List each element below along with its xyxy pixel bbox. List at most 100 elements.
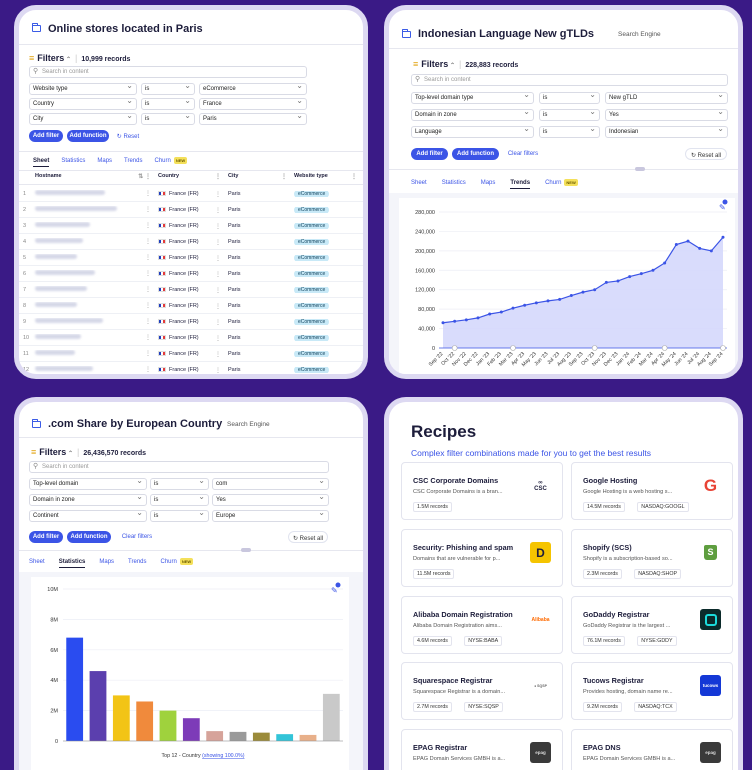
hostname-cell[interactable]: ⋮ [31, 206, 154, 213]
table-row[interactable]: 2 ⋮ France (FR) ⋮ Paris eCommerce [19, 202, 363, 218]
table-row[interactable]: 9 ⋮ France (FR) ⋮ Paris eCommerce [19, 314, 363, 330]
tab-trends[interactable]: Trends [124, 158, 142, 167]
recipe-card[interactable]: Shopify (SCS) Shopify is a subscription-b… [571, 529, 733, 587]
caption-link[interactable]: (showing 100.0%) [202, 753, 245, 759]
tab-sheet[interactable]: Sheet [411, 180, 427, 189]
tab-churn[interactable]: Churn NEW [161, 558, 194, 568]
filter-op-1[interactable]: is [141, 83, 195, 95]
hostname-cell[interactable]: ⋮ [31, 302, 154, 309]
table-row[interactable]: 1 ⋮ France (FR) ⋮ Paris eCommerce [19, 186, 363, 202]
hostname-cell[interactable]: ⋮ [31, 270, 154, 277]
tab-maps[interactable]: Maps [97, 158, 112, 167]
tab-sheet[interactable]: Sheet [29, 559, 45, 568]
table-row[interactable]: 10 ⋮ France (FR) ⋮ Paris eCommerce [19, 330, 363, 346]
reset-all-button[interactable]: ↻ Reset all [685, 148, 727, 160]
search-input[interactable]: Search in content [411, 74, 728, 86]
search-engine-label[interactable]: Search Engine [618, 31, 661, 38]
hostname-cell[interactable]: ⋮ [31, 350, 154, 357]
filter-op-3[interactable]: is [150, 510, 209, 522]
column-country[interactable]: Country ⋮ [154, 173, 224, 184]
table-row[interactable]: 6 ⋮ France (FR) ⋮ Paris eCommerce [19, 266, 363, 282]
column-hostname[interactable]: Hostname ⇅ ⋮ [31, 173, 154, 184]
column-city[interactable]: City ⋮ [224, 173, 290, 184]
recipe-card[interactable]: Squarespace Registrar Squarespace Registr… [401, 662, 563, 720]
filter-value-2[interactable]: France [199, 98, 307, 110]
filter-op-3[interactable]: is [141, 113, 195, 125]
filter-value-3[interactable]: Paris [199, 113, 307, 125]
recipe-card[interactable]: Tucows Registrar Provides hosting, domain… [571, 662, 733, 720]
search-input[interactable]: Search in content [29, 66, 307, 78]
add-function-button[interactable]: Add function [452, 148, 499, 160]
filter-value-3[interactable]: Europe [212, 510, 329, 522]
filter-field-2[interactable]: Country [29, 98, 137, 110]
table-row[interactable]: 12 ⋮ France (FR) ⋮ Paris eCommerce [19, 362, 363, 374]
add-function-button[interactable]: Add function [67, 130, 109, 142]
filters-header[interactable]: ≡ Filters ⌃ | 26,436,570 records [31, 447, 146, 457]
filter-op-1[interactable]: is [539, 92, 600, 104]
filter-field-3[interactable]: Language [411, 126, 534, 138]
clear-filters-button[interactable]: Clear filters [504, 148, 542, 160]
recipe-card[interactable]: EPAG DNS EPAG Domain Services GMBH is a..… [571, 729, 733, 770]
table-row[interactable]: 11 ⋮ France (FR) ⋮ Paris eCommerce [19, 346, 363, 362]
filter-value-3[interactable]: Indonesian [605, 126, 728, 138]
filter-op-2[interactable]: is [141, 98, 195, 110]
table-row[interactable]: 5 ⋮ France (FR) ⋮ Paris eCommerce [19, 250, 363, 266]
tab-statistics[interactable]: Statistics [61, 158, 85, 167]
search-input[interactable]: Search in content [29, 461, 329, 473]
filter-value-1[interactable]: New gTLD [605, 92, 728, 104]
table-row[interactable]: 4 ⋮ France (FR) ⋮ Paris eCommerce [19, 234, 363, 250]
filter-value-2[interactable]: Yes [212, 494, 329, 506]
recipe-card[interactable]: GoDaddy Registrar GoDaddy Registrar is th… [571, 596, 733, 654]
tab-statistics[interactable]: Statistics [442, 180, 466, 189]
filters-header[interactable]: ≡ Filters ⌃ | 228,883 records [413, 59, 518, 69]
add-filter-button[interactable]: Add filter [411, 148, 448, 160]
tab-trends[interactable]: Trends [510, 180, 531, 189]
hostname-cell[interactable]: ⋮ [31, 222, 154, 229]
hostname-cell[interactable]: ⋮ [31, 318, 154, 325]
add-filter-button[interactable]: Add filter [29, 130, 63, 142]
hostname-cell[interactable]: ⋮ [31, 366, 154, 373]
filters-header[interactable]: ≡ Filters ⌃ | 10,999 records [29, 53, 130, 63]
tab-churn[interactable]: Churn NEW [545, 179, 578, 189]
filter-op-2[interactable]: is [150, 494, 209, 506]
recipe-card[interactable]: Security: Phishing and spam Domains that … [401, 529, 563, 587]
table-row[interactable]: 8 ⋮ France (FR) ⋮ Paris eCommerce [19, 298, 363, 314]
clear-filters-button[interactable]: Clear filters [117, 531, 157, 543]
hostname-cell[interactable]: ⋮ [31, 334, 154, 341]
reset-all-button[interactable]: ↻ Reset all [288, 531, 328, 543]
tab-maps[interactable]: Maps [481, 180, 496, 189]
table-row[interactable]: 7 ⋮ France (FR) ⋮ Paris eCommerce [19, 282, 363, 298]
filter-field-1[interactable]: Top-level domain [29, 478, 147, 490]
tab-churn[interactable]: Churn NEW [154, 157, 188, 167]
add-function-button[interactable]: Add function [67, 531, 111, 543]
filter-op-3[interactable]: is [539, 126, 600, 138]
filter-field-1[interactable]: Website type [29, 83, 137, 95]
filter-field-1[interactable]: Top-level domain type [411, 92, 534, 104]
recipe-card[interactable]: CSC Corporate Domains CSC Corporate Domai… [401, 462, 563, 520]
filter-op-1[interactable]: is [150, 478, 209, 490]
table-row[interactable]: 3 ⋮ France (FR) ⋮ Paris eCommerce [19, 218, 363, 234]
tab-statistics[interactable]: Statistics [58, 559, 86, 568]
tab-maps[interactable]: Maps [99, 559, 114, 568]
filter-field-2[interactable]: Domain in zone [411, 109, 534, 121]
recipe-card[interactable]: Google Hosting Google Hosting is a web ho… [571, 462, 733, 520]
hostname-cell[interactable]: ⋮ [31, 238, 154, 245]
filter-value-1[interactable]: com [212, 478, 329, 490]
filter-field-3[interactable]: City [29, 113, 137, 125]
filter-value-2[interactable]: Yes [605, 109, 728, 121]
tab-trends[interactable]: Trends [128, 559, 146, 568]
filter-field-2[interactable]: Domain in zone [29, 494, 147, 506]
add-filter-button[interactable]: Add filter [29, 531, 63, 543]
recipe-card[interactable]: Alibaba Domain Registration Alibaba Domai… [401, 596, 563, 654]
filter-field-3[interactable]: Continent [29, 510, 147, 522]
search-engine-label[interactable]: Search Engine [227, 421, 270, 428]
filter-op-2[interactable]: is [539, 109, 600, 121]
hostname-cell[interactable]: ⋮ [31, 190, 154, 197]
filter-value-1[interactable]: eCommerce [199, 83, 307, 95]
hostname-cell[interactable]: ⋮ [31, 286, 154, 293]
recipe-card[interactable]: EPAG Registrar EPAG Domain Services GMBH … [401, 729, 563, 770]
column-website-type[interactable]: Website type ⋮ [290, 173, 360, 184]
resize-handle[interactable] [241, 548, 251, 552]
resize-handle[interactable] [635, 167, 645, 171]
hostname-cell[interactable]: ⋮ [31, 254, 154, 261]
